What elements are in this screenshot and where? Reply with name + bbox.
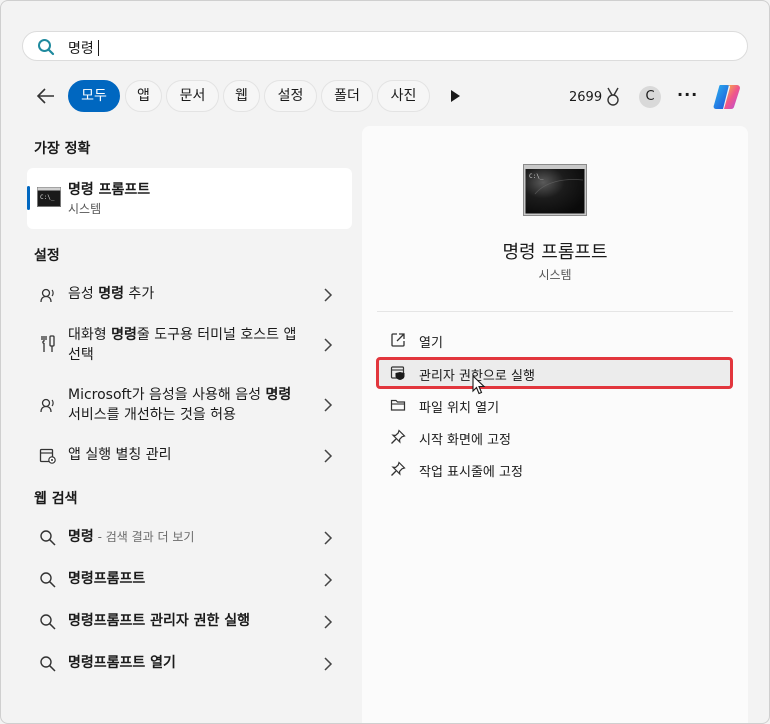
action-pin-to-start[interactable]: 시작 화면에 고정 bbox=[377, 423, 733, 451]
filter-folders[interactable]: 폴더 bbox=[321, 80, 373, 112]
best-match-subtitle: 시스템 bbox=[68, 202, 102, 216]
settings-heading: 설정 bbox=[34, 248, 60, 264]
highlight-box bbox=[376, 357, 733, 389]
pin-icon bbox=[391, 461, 406, 476]
divider bbox=[377, 311, 733, 312]
detail-panel: C:\_ 명령 프롬프트 시스템 열기 관리자 권한으로 실행 파일 위치 열기… bbox=[362, 126, 748, 723]
app-alias-icon bbox=[39, 448, 56, 464]
settings-item-label: 대화형 명령줄 도구용 터미널 호스트 앱 선택 bbox=[68, 327, 297, 363]
web-result-label: 명령 - 검색 결과 더 보기 bbox=[68, 529, 195, 545]
command-prompt-large-icon: C:\_ bbox=[523, 164, 587, 216]
chevron-right-icon bbox=[324, 573, 333, 587]
search-icon bbox=[40, 614, 56, 630]
svg-text:C:\_: C:\_ bbox=[529, 173, 544, 180]
web-search-heading: 웹 검색 bbox=[34, 491, 78, 507]
chevron-right-icon bbox=[324, 657, 333, 671]
search-icon bbox=[40, 572, 56, 588]
action-open[interactable]: 열기 bbox=[377, 326, 733, 354]
chevron-right-icon bbox=[324, 398, 333, 412]
web-result-label: 명령프롬프트 관리자 권한 실행 bbox=[68, 613, 251, 629]
command-prompt-icon: C:\_ bbox=[37, 187, 61, 207]
mouse-cursor-icon bbox=[472, 375, 486, 395]
action-label: 작업 표시줄에 고정 bbox=[419, 465, 523, 480]
search-icon bbox=[40, 656, 56, 672]
more-filters-play-icon[interactable] bbox=[447, 88, 463, 104]
web-result-label: 명령프롬프트 bbox=[68, 571, 146, 587]
search-window: 명령 모두 앱 문서 웹 설정 폴더 사진 2699 C ··· 가장 정확 C… bbox=[0, 0, 770, 724]
best-match-heading: 가장 정확 bbox=[34, 141, 91, 157]
settings-item-voice-command[interactable]: 음성 명령 추가 bbox=[27, 281, 352, 309]
filter-all[interactable]: 모두 bbox=[68, 80, 120, 112]
copilot-icon[interactable] bbox=[711, 81, 743, 113]
user-avatar[interactable]: C bbox=[639, 86, 661, 108]
action-open-file-location[interactable]: 파일 위치 열기 bbox=[377, 391, 733, 419]
open-external-icon bbox=[391, 333, 405, 347]
detail-subtitle: 시스템 bbox=[538, 268, 572, 282]
chevron-right-icon bbox=[324, 531, 333, 545]
folder-icon bbox=[390, 399, 406, 411]
detail-title: 명령 프롬프트 bbox=[502, 242, 608, 263]
filter-documents[interactable]: 문서 bbox=[166, 80, 219, 112]
svg-text:C:\_: C:\_ bbox=[40, 194, 55, 201]
text-caret bbox=[97, 40, 99, 56]
best-match-title: 명령 프롬프트 bbox=[68, 182, 151, 198]
web-result-item[interactable]: 명령프롬프트 열기 bbox=[27, 651, 352, 677]
chevron-right-icon bbox=[324, 288, 333, 302]
chevron-right-icon bbox=[324, 338, 333, 352]
search-icon bbox=[40, 530, 56, 546]
settings-item-label: 앱 실행 별칭 관리 bbox=[68, 447, 172, 463]
settings-item-app-aliases[interactable]: 앱 실행 별칭 관리 bbox=[27, 443, 352, 469]
developer-tools-icon bbox=[41, 335, 55, 352]
chevron-right-icon bbox=[324, 449, 333, 463]
web-result-label: 명령프롬프트 열기 bbox=[68, 655, 176, 671]
voice-access-icon bbox=[40, 398, 54, 413]
settings-item-terminal-host[interactable]: 대화형 명령줄 도구용 터미널 호스트 앱 선택 bbox=[27, 321, 352, 369]
action-label: 열기 bbox=[419, 336, 443, 351]
search-icon bbox=[38, 39, 55, 56]
filter-apps[interactable]: 앱 bbox=[125, 80, 162, 112]
action-pin-to-taskbar[interactable]: 작업 표시줄에 고정 bbox=[377, 455, 733, 483]
action-label: 파일 위치 열기 bbox=[419, 401, 500, 416]
chevron-right-icon bbox=[324, 615, 333, 629]
web-result-item[interactable]: 명령 - 검색 결과 더 보기 bbox=[27, 525, 352, 551]
pin-icon bbox=[391, 429, 406, 444]
search-input[interactable]: 명령 bbox=[22, 31, 748, 61]
rewards-medal-icon[interactable] bbox=[604, 87, 622, 107]
web-result-item[interactable]: 명령프롬프트 관리자 권한 실행 bbox=[27, 609, 352, 635]
rewards-points[interactable]: 2699 bbox=[569, 90, 602, 105]
filter-web[interactable]: 웹 bbox=[223, 80, 260, 112]
back-arrow-icon[interactable] bbox=[35, 85, 57, 107]
action-label: 시작 화면에 고정 bbox=[419, 433, 511, 448]
settings-item-voice-improvement[interactable]: Microsoft가 음성을 사용해 음성 명령 서비스를 개선하는 것을 허용 bbox=[27, 381, 352, 429]
voice-access-icon bbox=[40, 288, 54, 303]
settings-item-label: Microsoft가 음성을 사용해 음성 명령 서비스를 개선하는 것을 허용 bbox=[68, 387, 292, 423]
selection-indicator bbox=[27, 186, 30, 210]
more-options-icon[interactable]: ··· bbox=[677, 85, 698, 104]
search-query: 명령 bbox=[68, 38, 99, 58]
filter-settings[interactable]: 설정 bbox=[264, 80, 317, 112]
filter-photos[interactable]: 사진 bbox=[377, 80, 430, 112]
web-result-item[interactable]: 명령프롬프트 bbox=[27, 567, 352, 593]
settings-item-label: 음성 명령 추가 bbox=[68, 286, 155, 302]
best-match-item[interactable]: C:\_ 명령 프롬프트 시스템 bbox=[27, 168, 352, 229]
